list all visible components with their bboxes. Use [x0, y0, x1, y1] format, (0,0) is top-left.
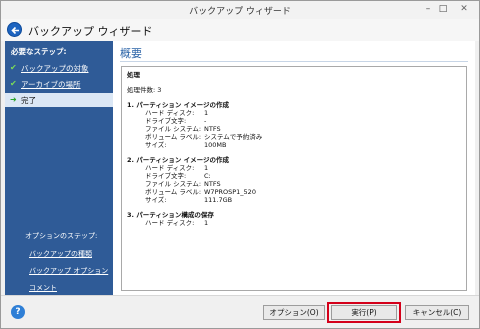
summary-row: サイズ: 100MB — [145, 141, 227, 149]
summary-row: ボリューム ラベル: W7PROSP1_520 — [145, 188, 256, 196]
sidebar-item-label: バックアップの対象 — [21, 64, 89, 73]
summary-row: ファイル システム: NTFS — [145, 180, 221, 188]
run-button[interactable]: 実行(P) — [331, 305, 397, 320]
page-title: 概要 — [120, 47, 142, 60]
help-icon[interactable]: ? — [11, 305, 25, 319]
operation-count: 処理件数: 3 — [127, 86, 162, 94]
link-backup-type[interactable]: バックアップの種類 — [29, 249, 92, 259]
summary-row: ファイル システム: NTFS — [145, 125, 221, 133]
summary-heading: 処理 — [127, 71, 140, 79]
sidebar-item-finish[interactable]: ➜ 完了 — [5, 93, 113, 107]
wizard-window: バックアップ ウィザード – □ ✕ バックアップ ウィザード 必要なステップ:… — [0, 0, 480, 329]
summary-row: ハード ディスク: 1 — [145, 109, 209, 117]
summary-row: ハード ディスク: 1 — [145, 164, 209, 172]
title-divider — [120, 61, 468, 62]
cancel-button[interactable]: キャンセル(C) — [405, 305, 469, 320]
wizard-header: バックアップ ウィザード — [1, 19, 479, 41]
sidebar-item-backup-target[interactable]: ✔ バックアップの対象 — [5, 61, 113, 75]
summary-row: ボリューム ラベル: システムで予約済み — [145, 133, 263, 141]
section-title: 2. パーティション イメージの作成 — [127, 156, 229, 164]
minimize-icon[interactable]: – — [421, 2, 435, 17]
steps-sidebar: 必要なステップ: ✔ バックアップの対象 ✔ アーカイブの場所 ➜ 完了 オプシ… — [5, 41, 113, 295]
link-backup-options[interactable]: バックアップ オプション — [29, 266, 108, 276]
section-title: 1. パーティション イメージの作成 — [127, 101, 229, 109]
close-icon[interactable]: ✕ — [452, 2, 476, 17]
summary-row: サイズ: 111.7GB — [145, 196, 233, 204]
section-title: 3. パーティション構成の保存 — [127, 211, 214, 219]
maximize-icon[interactable]: □ — [436, 2, 450, 17]
sidebar-item-archive-location[interactable]: ✔ アーカイブの場所 — [5, 77, 113, 91]
current-step-arrow-icon: ➜ — [10, 95, 17, 104]
link-comment[interactable]: コメント — [29, 283, 57, 293]
sidebar-item-label: 完了 — [21, 96, 36, 105]
check-icon: ✔ — [10, 63, 17, 72]
required-steps-heading: 必要なステップ: — [11, 47, 67, 56]
title-bar: バックアップ ウィザード – □ ✕ — [1, 1, 479, 19]
check-icon: ✔ — [10, 79, 17, 88]
window-title: バックアップ ウィザード — [189, 7, 291, 17]
summary-content: 処理 処理件数: 3 1. パーティション イメージの作成 ハード ディスク: 1… — [127, 71, 263, 227]
back-button[interactable] — [7, 22, 22, 37]
sidebar-item-label: アーカイブの場所 — [21, 80, 81, 89]
wizard-title: バックアップ ウィザード — [28, 25, 153, 38]
optional-steps-heading: オプションのステップ: — [25, 232, 98, 240]
back-arrow-icon — [11, 26, 19, 35]
summary-row: ドライブ文字: - — [145, 117, 207, 125]
main-panel: 概要 処理 処理件数: 3 1. パーティション イメージの作成 ハード ディス… — [113, 41, 475, 295]
summary-row: ドライブ文字: C: — [145, 172, 211, 180]
options-button[interactable]: オプション(O) — [263, 305, 325, 320]
button-bar: ? オプション(O) 実行(P) キャンセル(C) — [1, 295, 479, 328]
summary-box[interactable]: 処理 処理件数: 3 1. パーティション イメージの作成 ハード ディスク: 1… — [121, 66, 467, 291]
summary-row: ハード ディスク: 1 — [145, 219, 209, 227]
